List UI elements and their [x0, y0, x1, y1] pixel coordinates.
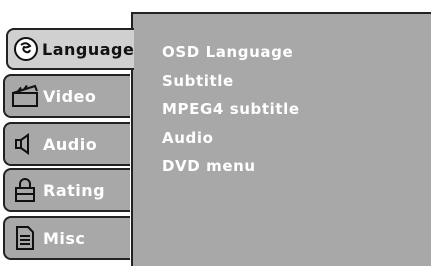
tab-misc[interactable]: Misc: [3, 216, 130, 260]
menu-item-osd-language[interactable]: OSD Language: [162, 38, 300, 67]
clapperboard-icon: [10, 81, 40, 111]
document-icon: [10, 223, 40, 253]
menu-item-subtitle[interactable]: Subtitle: [162, 67, 300, 96]
language-icon: [13, 34, 39, 64]
tab-label: Rating: [43, 180, 106, 200]
menu-list: OSD Language Subtitle MPEG4 subtitle Aud…: [162, 38, 300, 181]
menu-item-audio[interactable]: Audio: [162, 124, 300, 153]
lock-icon: [10, 175, 40, 205]
tab-video[interactable]: Video: [3, 74, 130, 118]
menu-item-dvd-menu[interactable]: DVD menu: [162, 152, 300, 181]
tab-language[interactable]: Language: [6, 28, 134, 70]
tab-rating[interactable]: Rating: [3, 168, 130, 212]
tab-label: Language: [42, 39, 135, 59]
tab-label: Video: [43, 86, 97, 106]
speaker-icon: [10, 129, 40, 159]
tab-audio[interactable]: Audio: [3, 122, 130, 166]
tab-label: Misc: [43, 228, 86, 248]
menu-item-mpeg4-subtitle[interactable]: MPEG4 subtitle: [162, 95, 300, 124]
tab-label: Audio: [43, 134, 98, 154]
